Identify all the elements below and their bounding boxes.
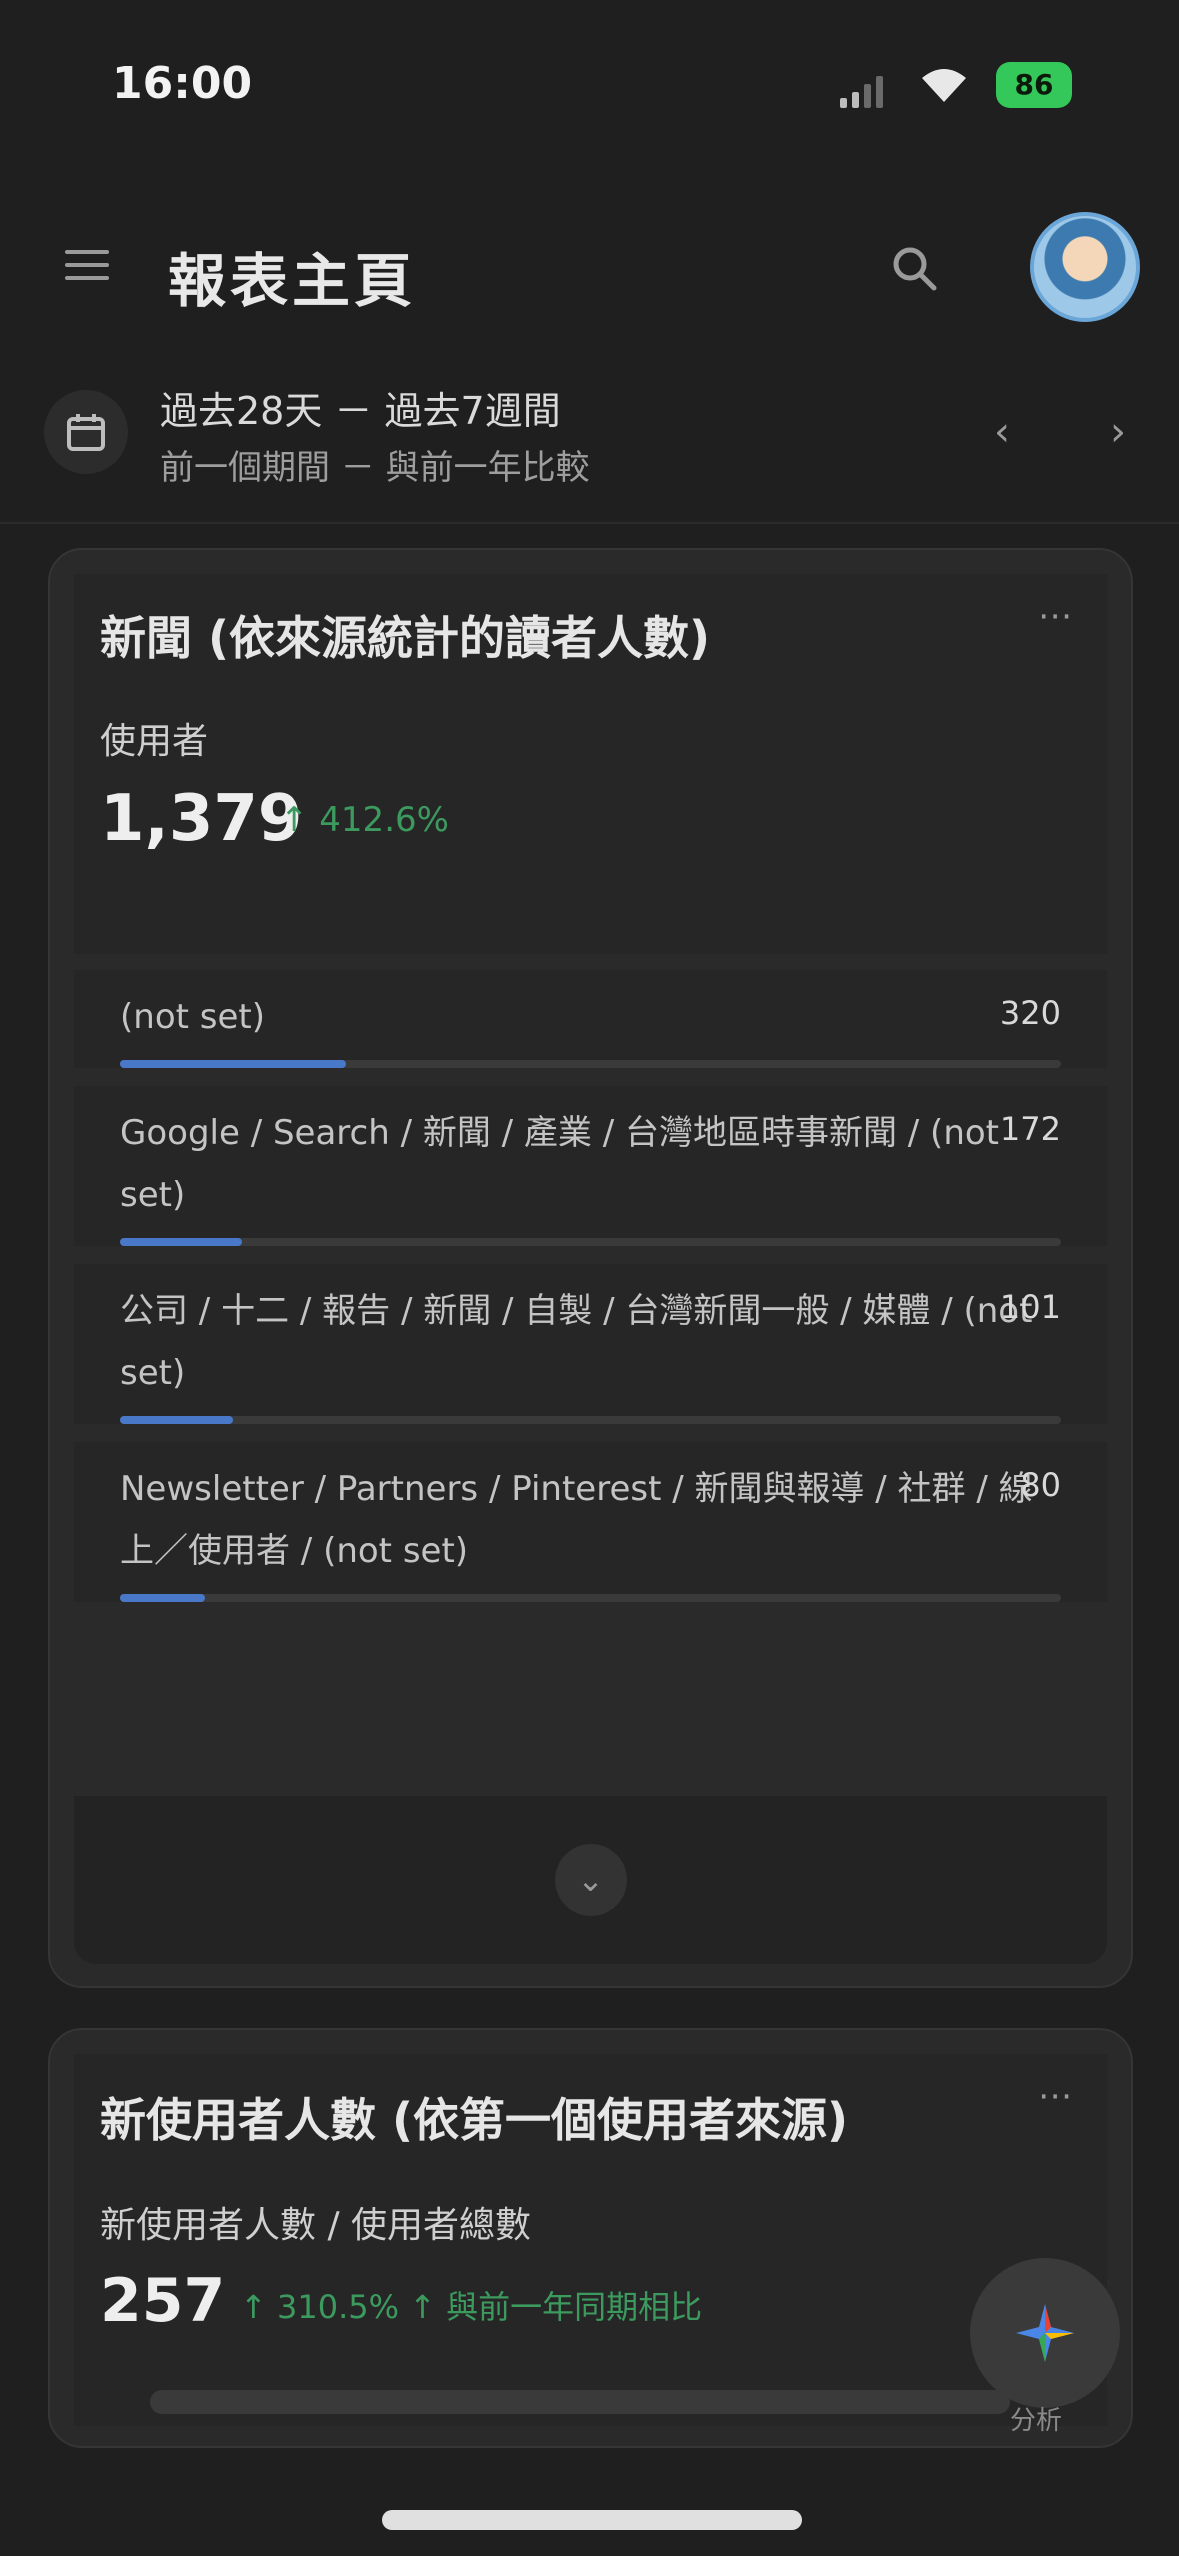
list-item[interactable]: 公司 / 十二 / 報告 / 新聞 / 自製 / 台灣新聞一般 / 媒體 / (… <box>74 1264 1107 1424</box>
search-icon <box>893 247 937 291</box>
list-item-count: 80 <box>1020 1466 1061 1504</box>
list-item-count: 172 <box>999 1110 1061 1148</box>
page-title: 報表主頁 <box>168 247 417 315</box>
metric-label: 新使用者人數 / 使用者總數 <box>100 2205 532 2246</box>
battery-indicator: 86 <box>996 62 1072 108</box>
more-icon: ⋯ <box>1038 596 1072 636</box>
metric-change: ↑ 310.5% ↑ 與前一年同期相比 <box>240 2288 703 2326</box>
card-footer: ⌄ <box>74 1796 1107 1964</box>
chevron-left-icon: ‹ <box>994 409 1010 455</box>
expand-icon: ⌄ <box>577 1861 604 1899</box>
next-period-button[interactable]: › <box>1086 400 1150 464</box>
tab-selector-bar[interactable] <box>150 2390 1010 2414</box>
date-picker-button[interactable] <box>44 390 128 474</box>
card-menu-button[interactable]: ⋯ <box>1019 590 1091 642</box>
more-icon: ⋯ <box>1038 2076 1072 2116</box>
menu-icon <box>65 250 109 280</box>
share-bar-fill <box>120 1238 243 1246</box>
metric-label: 使用者 <box>100 721 209 762</box>
chevron-right-icon: › <box>1110 409 1126 455</box>
card-title: 新聞 (依來源統計的讀者人數) <box>100 611 711 665</box>
menu-button[interactable] <box>52 230 122 300</box>
share-bar-fill <box>120 1416 233 1424</box>
date-range-bar: 過去28天 － 過去7週間 前一個期間 － 與前一年比較 ‹ › <box>0 350 1179 510</box>
list-item[interactable]: Newsletter / Partners / Pinterest / 新聞與報… <box>74 1442 1107 1602</box>
report-card: 新使用者人數 (依第一個使用者來源) ⋯ 新使用者人數 / 使用者總數 257 … <box>48 2028 1133 2448</box>
divider <box>0 522 1179 524</box>
calendar-icon <box>67 414 105 451</box>
insights-button[interactable] <box>970 2258 1120 2408</box>
list-item-count: 320 <box>999 994 1061 1032</box>
share-bar <box>120 1416 1061 1424</box>
insights-icon <box>1016 2304 1074 2362</box>
status-time: 16:00 <box>112 58 253 109</box>
metric-value: 257 <box>100 2266 226 2336</box>
expand-button[interactable]: ⌄ <box>554 1844 627 1916</box>
home-indicator[interactable] <box>382 2510 802 2530</box>
insights-label: 分析 <box>1010 2406 1063 2436</box>
card-menu-button[interactable]: ⋯ <box>1019 2070 1091 2122</box>
wifi-icon <box>922 69 966 102</box>
avatar[interactable] <box>1030 212 1140 322</box>
list-item-count: 101 <box>999 1288 1061 1326</box>
list-item-label: Google / Search / 新聞 / 產業 / 台灣地區時事新聞 / (… <box>120 1113 1000 1215</box>
list-item-label: 公司 / 十二 / 報告 / 新聞 / 自製 / 台灣新聞一般 / 媒體 / (… <box>120 1291 1033 1393</box>
share-bar-fill <box>120 1060 346 1068</box>
share-bar-fill <box>120 1594 205 1602</box>
list-item[interactable]: Google / Search / 新聞 / 產業 / 台灣地區時事新聞 / (… <box>74 1086 1107 1246</box>
list-item-label: (not set) <box>120 997 265 1037</box>
status-bar: 16:00 86 <box>0 0 1179 180</box>
source-list: (not set) 320 Google / Search / 新聞 / 產業 … <box>74 970 1107 1620</box>
share-bar <box>120 1060 1061 1068</box>
list-item-label: Newsletter / Partners / Pinterest / 新聞與報… <box>120 1469 1033 1571</box>
metric-change: ↑ 412.6% <box>280 800 449 840</box>
app-bar: 報表主頁 <box>0 190 1179 330</box>
report-card: 新聞 (依來源統計的讀者人數) ⋯ 使用者 1,379 ↑ 412.6% (no… <box>48 548 1133 1988</box>
previous-period-button[interactable]: ‹ <box>970 400 1034 464</box>
signal-icon <box>840 76 883 108</box>
share-bar <box>120 1594 1061 1602</box>
date-range-current[interactable]: 過去28天 － 過去7週間 <box>160 380 561 435</box>
date-range-comparison[interactable]: 前一個期間 － 與前一年比較 <box>160 440 590 489</box>
card-title: 新使用者人數 (依第一個使用者來源) <box>100 2093 849 2147</box>
share-bar <box>120 1238 1061 1246</box>
list-item[interactable]: (not set) 320 <box>74 970 1107 1068</box>
search-button[interactable] <box>872 226 956 310</box>
metric-value: 1,379 <box>100 782 303 856</box>
